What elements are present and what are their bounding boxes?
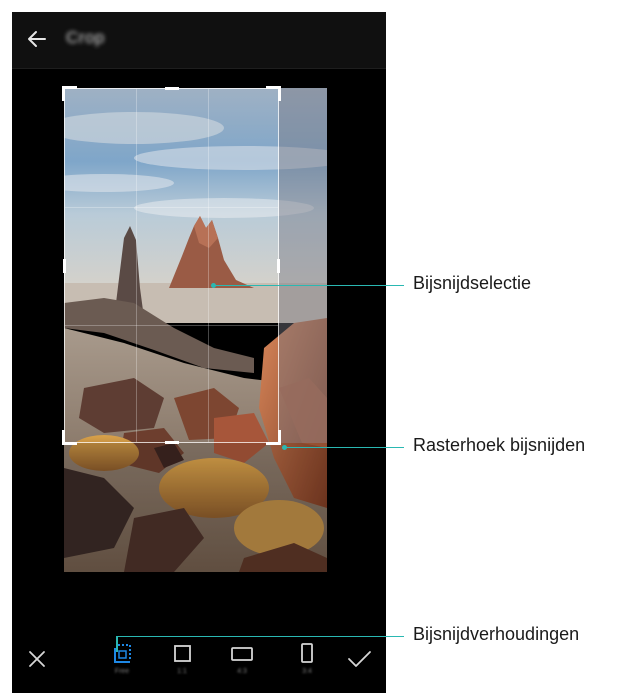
tool-label: 4:3 xyxy=(237,668,247,675)
grid-line xyxy=(208,89,209,442)
callout-line xyxy=(116,636,404,637)
cancel-button[interactable] xyxy=(18,630,56,676)
tool-label: Free xyxy=(114,668,130,675)
callout-line xyxy=(116,636,118,652)
crop-corner-handle-top-left[interactable] xyxy=(62,86,77,101)
screen-title: Crop xyxy=(66,28,105,47)
crop-edge-handle-right[interactable] xyxy=(277,259,280,273)
crop-edge-handle-top[interactable] xyxy=(165,87,179,90)
tool-label: 3:4 xyxy=(302,668,312,675)
grid-line xyxy=(136,89,137,442)
callout-line xyxy=(214,285,404,286)
callout-grid-corner: Rasterhoek bijsnijden xyxy=(413,435,586,455)
crop-corner-handle-top-right[interactable] xyxy=(266,86,281,101)
crop-outside-overlay xyxy=(64,443,327,572)
crop-corner-handle-bottom-right[interactable] xyxy=(266,430,281,445)
tool-label: 1:1 xyxy=(177,668,187,675)
crop-selection-frame[interactable] xyxy=(62,86,281,445)
back-arrow-icon[interactable] xyxy=(26,28,48,50)
crop-corner-handle-bottom-left[interactable] xyxy=(62,430,77,445)
crop-edge-handle-left[interactable] xyxy=(63,259,66,273)
close-icon xyxy=(29,651,45,667)
manual-illustration: Crop Free 1:1 4:3 3:4 Bijsnijdselectie R… xyxy=(0,0,641,693)
grid-line xyxy=(65,325,278,326)
phone-screen: Crop Free 1:1 4:3 3:4 xyxy=(12,12,386,693)
grid-line xyxy=(65,207,278,208)
callout-aspect-ratios: Bijsnijdverhoudingen xyxy=(413,624,580,644)
crop-edge-handle-bottom[interactable] xyxy=(165,441,179,444)
callout-line xyxy=(285,447,404,448)
bottom-toolbar: Free 1:1 4:3 3:4 xyxy=(12,612,386,693)
top-bar: Crop xyxy=(12,12,386,69)
callout-crop-selection: Bijsnijdselectie xyxy=(413,273,532,293)
crop-outside-overlay xyxy=(279,88,327,443)
